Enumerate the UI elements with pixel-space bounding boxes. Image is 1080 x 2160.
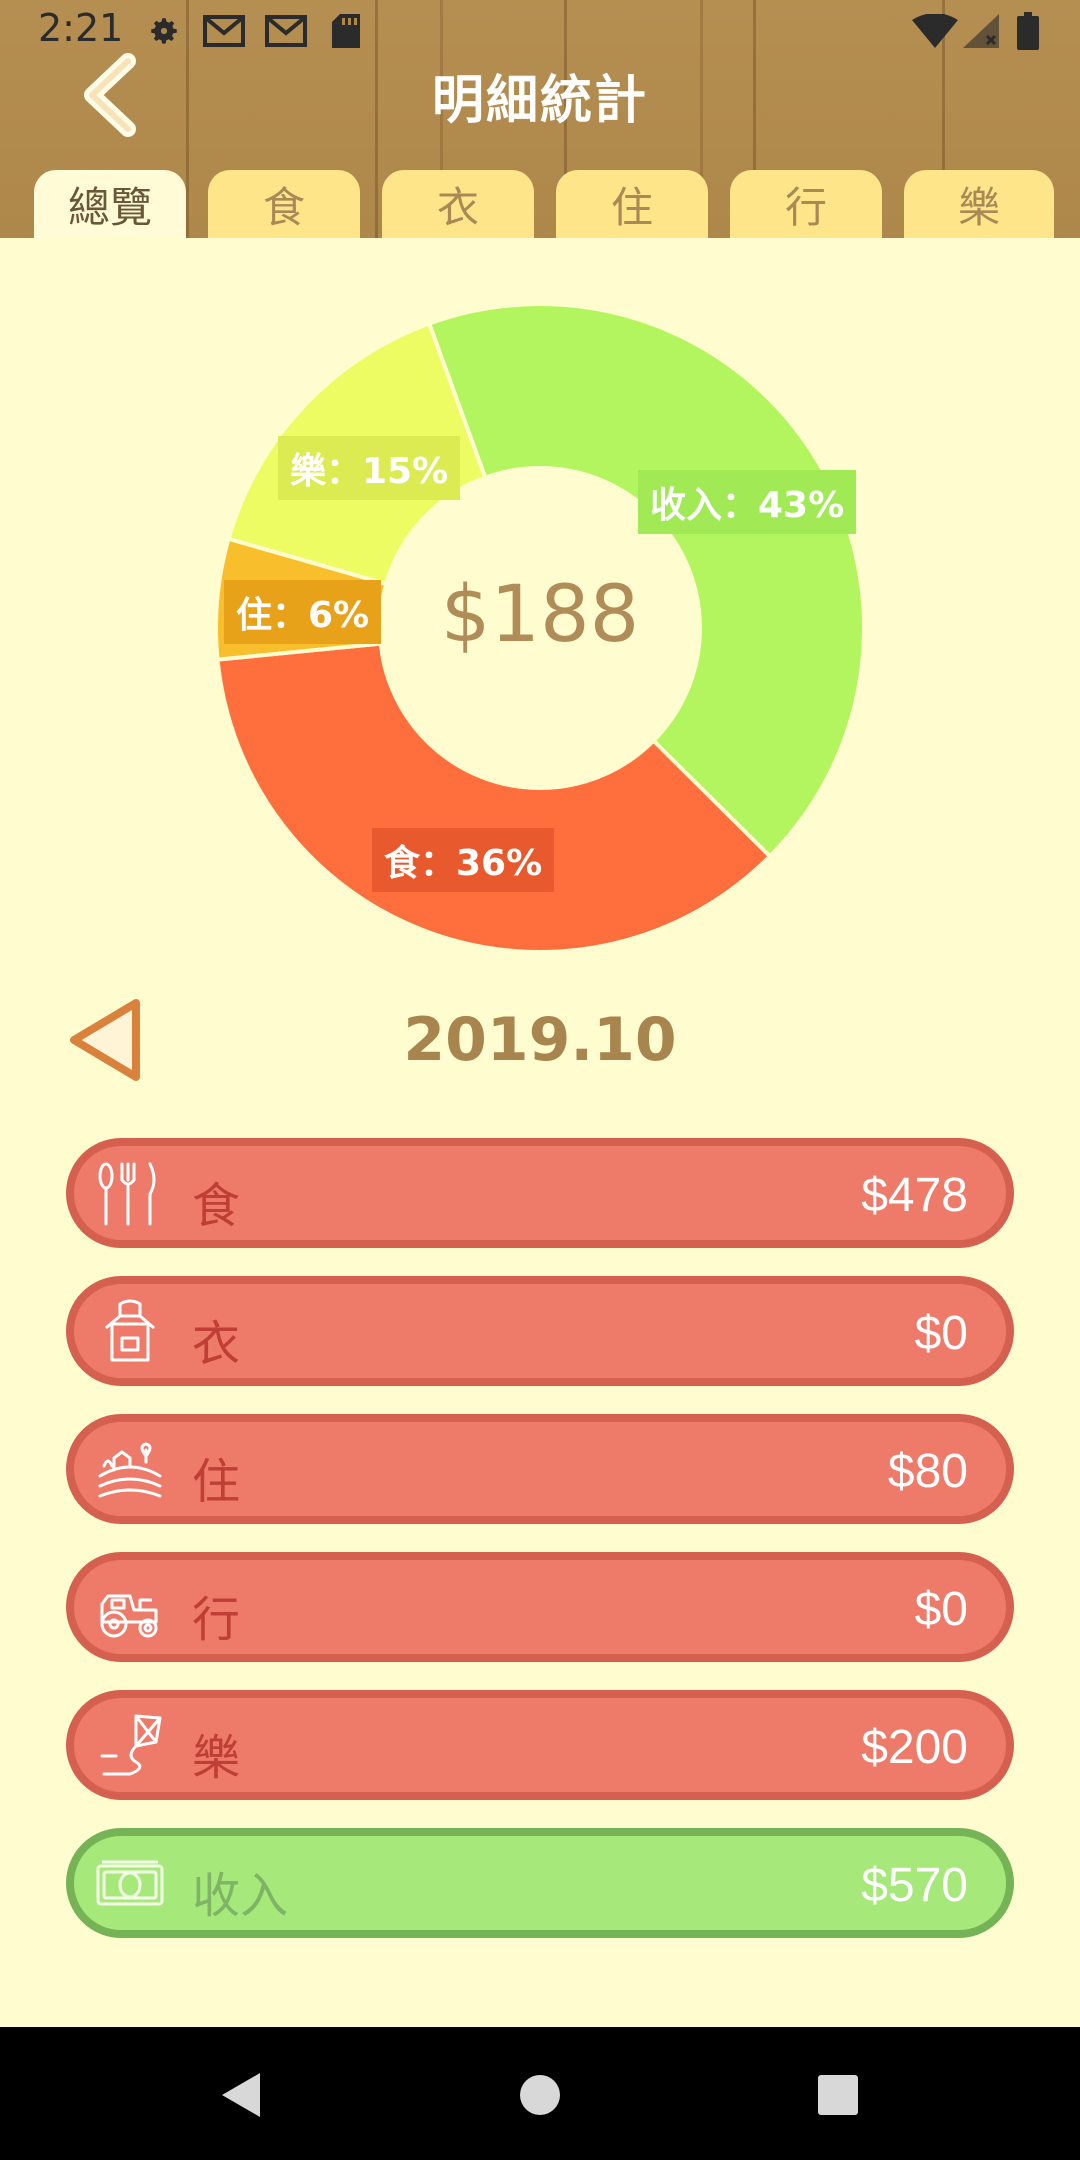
app-header: 2:21 明細統計 總覽 食 衣 住 行 樂 <box>0 0 1080 238</box>
nav-recents-icon <box>818 2075 858 2115</box>
category-row-transport[interactable]: 行 $0 <box>66 1552 1014 1662</box>
tab-food[interactable]: 食 <box>208 170 360 238</box>
farm-field-icon <box>98 1442 162 1498</box>
category-label: 衣 <box>192 1316 241 1372</box>
nav-back-icon <box>222 2073 260 2117</box>
pie-label-housing: 住：6% <box>224 580 382 644</box>
pie-label-food: 食：36% <box>372 828 555 892</box>
pie-label-entertainment: 樂：15% <box>278 436 461 500</box>
status-bar: 2:21 <box>0 0 1080 64</box>
nav-back-button[interactable] <box>210 2065 270 2125</box>
category-amount: $0 <box>914 1307 968 1360</box>
gmail-icon <box>202 12 246 50</box>
donut-chart: $188 收入：43% 食：36% 住：6% 樂：15% <box>0 260 1080 980</box>
nav-home-button[interactable] <box>510 2065 570 2125</box>
category-row-income[interactable]: 收入 $570 <box>66 1828 1014 1938</box>
nav-recents-button[interactable] <box>808 2065 868 2125</box>
month-label: 2019.10 <box>403 1005 677 1075</box>
nav-home-icon <box>520 2075 560 2115</box>
category-row-entertainment[interactable]: 樂 $200 <box>66 1690 1014 1800</box>
battery-icon <box>1016 12 1040 50</box>
tab-housing[interactable]: 住 <box>556 170 708 238</box>
kite-icon <box>100 1714 162 1776</box>
signal-icon <box>962 12 1000 50</box>
tab-entertainment[interactable]: 樂 <box>904 170 1054 238</box>
category-label: 行 <box>192 1592 241 1648</box>
pie-label-income: 收入：43% <box>638 470 857 534</box>
tab-transport[interactable]: 行 <box>730 170 882 238</box>
money-bill-icon <box>96 1860 164 1906</box>
tractor-icon <box>100 1594 158 1638</box>
category-row-food[interactable]: 食 $478 <box>66 1138 1014 1248</box>
category-amount: $80 <box>887 1445 968 1498</box>
category-tabs: 總覽 食 衣 住 行 樂 <box>0 170 1080 238</box>
settings-gear-icon <box>146 12 182 50</box>
category-row-clothing[interactable]: 衣 $0 <box>66 1276 1014 1386</box>
category-label: 收入 <box>192 1868 289 1924</box>
category-amount: $570 <box>861 1859 968 1912</box>
chart-center-total: $188 <box>440 570 640 660</box>
category-label: 樂 <box>192 1730 241 1786</box>
category-amount: $478 <box>861 1169 968 1222</box>
status-time: 2:21 <box>38 6 124 50</box>
gmail-icon <box>264 12 308 50</box>
tab-clothing[interactable]: 衣 <box>382 170 534 238</box>
system-nav-bar <box>0 2027 1080 2160</box>
fork-knife-icon <box>98 1162 156 1226</box>
sd-card-icon <box>330 12 362 50</box>
category-amount: $0 <box>914 1583 968 1636</box>
category-row-housing[interactable]: 住 $80 <box>66 1414 1014 1524</box>
wifi-icon <box>912 12 958 50</box>
apron-icon <box>105 1299 155 1362</box>
tab-overview[interactable]: 總覽 <box>34 170 186 238</box>
page-title: 明細統計 <box>431 71 648 131</box>
category-label: 住 <box>192 1454 241 1510</box>
category-label: 食 <box>192 1178 241 1234</box>
category-amount: $200 <box>861 1721 968 1774</box>
